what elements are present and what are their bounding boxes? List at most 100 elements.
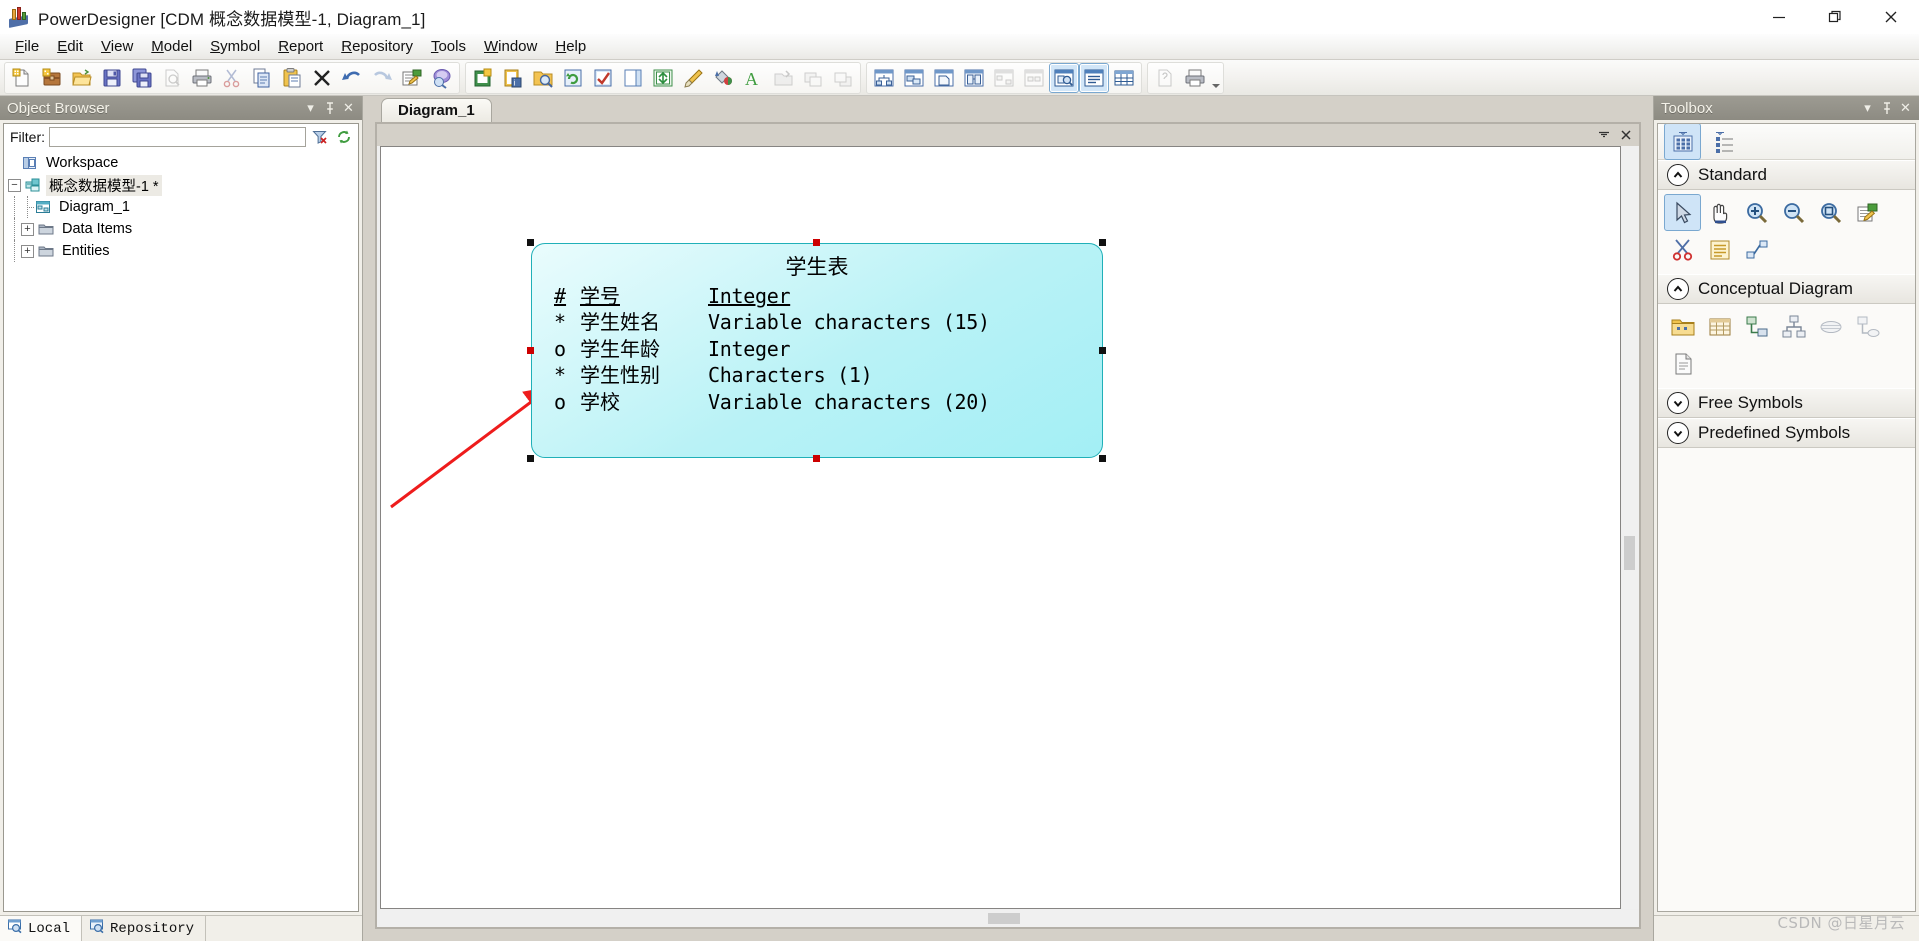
delete-icon[interactable]: [307, 63, 337, 93]
panel-menu-icon[interactable]: ▾: [1858, 98, 1877, 118]
new-project-icon[interactable]: [37, 63, 67, 93]
selection-handle-tr[interactable]: [1099, 239, 1106, 246]
toolbox-section-predefined-symbols[interactable]: Predefined Symbols: [1658, 418, 1915, 448]
association-icon[interactable]: [1812, 308, 1849, 345]
toolbox-list-view-icon[interactable]: [1705, 124, 1742, 160]
filter-refresh-icon[interactable]: [334, 127, 354, 147]
tree-expander-expand[interactable]: +: [21, 222, 34, 236]
tree-expander-collapse[interactable]: −: [8, 178, 21, 192]
canvas-horizontal-scrollbar[interactable]: [380, 910, 1639, 927]
zoom-fit-icon[interactable]: [1812, 194, 1849, 231]
print-setup-icon[interactable]: [1180, 63, 1210, 93]
association-link-icon[interactable]: [1849, 308, 1886, 345]
selection-handle-tl[interactable]: [527, 239, 534, 246]
menu-view[interactable]: View: [92, 36, 142, 58]
entity-attribute-row[interactable]: * 学生姓名 Variable characters (15): [554, 309, 1102, 335]
entity-attribute-row[interactable]: # 学号 Integer: [554, 283, 1102, 309]
impact-analysis-icon[interactable]: [1019, 63, 1049, 93]
inheritance-icon[interactable]: [1775, 308, 1812, 345]
object-tree[interactable]: Workspace − 概念数据模型-1 * Diagram_1 + Data …: [4, 150, 358, 911]
object-browser-toggle-icon[interactable]: [1049, 62, 1079, 93]
tree-item-cdm-model[interactable]: − 概念数据模型-1 *: [4, 174, 358, 196]
export-icon[interactable]: [768, 63, 798, 93]
send-to-back-icon[interactable]: [798, 63, 828, 93]
mdi-close-button[interactable]: [1617, 126, 1635, 144]
selection-handle-bc[interactable]: [813, 455, 820, 462]
menu-edit[interactable]: Edit: [48, 36, 92, 58]
print-preview-icon[interactable]: [157, 63, 187, 93]
panel-close-icon[interactable]: ✕: [1896, 98, 1915, 118]
save-icon[interactable]: [97, 63, 127, 93]
model-options-icon[interactable]: i: [498, 63, 528, 93]
relationship-icon[interactable]: [1738, 308, 1775, 345]
toolbox-section-standard[interactable]: Standard: [1658, 160, 1915, 190]
file-object-icon[interactable]: [1664, 345, 1701, 382]
minimize-button[interactable]: [1751, 0, 1807, 34]
panel-close-icon[interactable]: ✕: [339, 98, 358, 118]
browse-icon[interactable]: [528, 63, 558, 93]
bring-to-front-icon[interactable]: [828, 63, 858, 93]
help-pointer-icon[interactable]: [1150, 63, 1180, 93]
properties-icon[interactable]: [1849, 194, 1886, 231]
tree-item-diagram[interactable]: Diagram_1: [4, 196, 358, 218]
vertical-scroll-thumb[interactable]: [1624, 536, 1635, 570]
entity-icon[interactable]: [1701, 308, 1738, 345]
menu-tools[interactable]: Tools: [422, 36, 475, 58]
entity-attribute-row[interactable]: * 学生性别 Characters (1): [554, 362, 1102, 388]
entity-symbol-student[interactable]: 学生表 # 学号 Integer * 学生姓名 Variable charact…: [531, 243, 1103, 458]
font-color-icon[interactable]: A: [738, 63, 768, 93]
page-icon[interactable]: [618, 63, 648, 93]
diagram-canvas[interactable]: 学生表 # 学号 Integer * 学生姓名 Variable charact…: [380, 146, 1621, 909]
print-icon[interactable]: [187, 63, 217, 93]
status-tab-repository[interactable]: Repository: [82, 916, 207, 941]
menu-repository[interactable]: Repository: [332, 36, 422, 58]
horizontal-scroll-thumb[interactable]: [988, 913, 1020, 924]
grid-view-icon[interactable]: [1109, 63, 1139, 93]
panel-pin-icon[interactable]: [320, 98, 339, 118]
canvas-vertical-scrollbar[interactable]: [1622, 146, 1639, 909]
filter-input[interactable]: [49, 127, 306, 147]
properties-icon[interactable]: [397, 63, 427, 93]
link-icon[interactable]: [1738, 231, 1775, 268]
toolbox-section-conceptual-diagram[interactable]: Conceptual Diagram: [1658, 274, 1915, 304]
page-view-icon[interactable]: [929, 63, 959, 93]
toolbox-grid-view-icon[interactable]: [1664, 124, 1701, 160]
status-tab-local[interactable]: Local: [0, 916, 83, 941]
filter-clear-icon[interactable]: [310, 127, 330, 147]
check-model-icon[interactable]: [588, 63, 618, 93]
result-list-toggle-icon[interactable]: [1079, 62, 1109, 93]
menu-symbol[interactable]: Symbol: [201, 36, 269, 58]
selection-handle-mr[interactable]: [1099, 347, 1106, 354]
zoom-out-icon[interactable]: [1775, 194, 1812, 231]
zoom-in-icon[interactable]: [1738, 194, 1775, 231]
cut-icon[interactable]: [217, 63, 247, 93]
close-button[interactable]: [1863, 0, 1919, 34]
toolbar-overflow-button[interactable]: [1210, 63, 1221, 93]
entity-attribute-row[interactable]: o 学生年龄 Integer: [554, 336, 1102, 362]
find-icon[interactable]: [427, 63, 457, 93]
menu-report[interactable]: Report: [269, 36, 332, 58]
dependency-view-icon[interactable]: [869, 63, 899, 93]
package-icon[interactable]: [1664, 308, 1701, 345]
selection-handle-bl[interactable]: [527, 455, 534, 462]
save-all-icon[interactable]: [127, 63, 157, 93]
panel-menu-icon[interactable]: ▾: [301, 98, 320, 118]
restore-button[interactable]: [1807, 0, 1863, 34]
compare-models-icon[interactable]: [989, 63, 1019, 93]
selection-handle-tc[interactable]: [813, 239, 820, 246]
panel-pin-icon[interactable]: [1877, 98, 1896, 118]
note-icon[interactable]: [1701, 231, 1738, 268]
selection-handle-ml[interactable]: [527, 347, 534, 354]
toolbox-section-free-symbols[interactable]: Free Symbols: [1658, 388, 1915, 418]
fill-color-icon[interactable]: [708, 63, 738, 93]
new-model-icon[interactable]: [7, 63, 37, 93]
merge-view-icon[interactable]: [959, 63, 989, 93]
menu-help[interactable]: Help: [546, 36, 595, 58]
menu-window[interactable]: Window: [475, 36, 546, 58]
tree-expander-expand[interactable]: +: [21, 244, 34, 258]
tab-diagram-1[interactable]: Diagram_1: [381, 98, 492, 122]
pointer-icon[interactable]: [1664, 194, 1701, 231]
menu-model[interactable]: Model: [142, 36, 201, 58]
paste-icon[interactable]: [277, 63, 307, 93]
mapping-view-icon[interactable]: [899, 63, 929, 93]
